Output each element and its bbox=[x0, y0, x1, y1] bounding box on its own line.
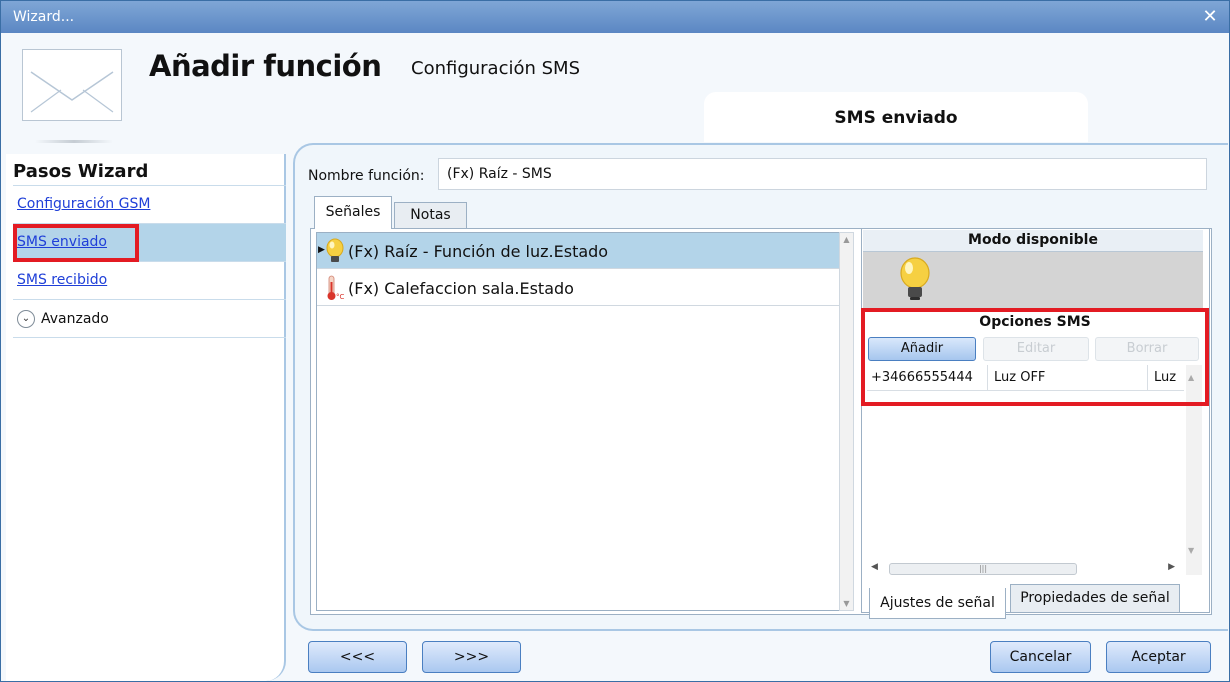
page-title: Añadir función bbox=[149, 49, 382, 83]
tab-signal-settings[interactable]: Ajustes de señal bbox=[869, 588, 1006, 619]
bulb-mode-icon[interactable] bbox=[898, 256, 932, 302]
section-tab-header: SMS enviado bbox=[704, 92, 1088, 142]
envelope-shadow bbox=[35, 140, 113, 143]
sms-option-row[interactable]: +34666555444 Luz OFF Luz bbox=[867, 365, 1184, 391]
sms-message: Luz OFF bbox=[987, 365, 1045, 391]
signal-row[interactable]: °C (Fx) Calefaccion sala.Estado bbox=[317, 270, 839, 306]
sms-options-hscrollbar[interactable]: ◀ ||| ▶ bbox=[867, 561, 1185, 577]
scroll-left-icon[interactable]: ◀ bbox=[871, 562, 878, 572]
cancel-button[interactable]: Cancelar bbox=[990, 641, 1091, 673]
signal-label: (Fx) Raíz - Función de luz.Estado bbox=[348, 242, 609, 261]
thermometer-icon: °C bbox=[327, 275, 345, 301]
scroll-up-icon[interactable]: ▲ bbox=[1188, 373, 1194, 382]
delete-button[interactable]: Borrar bbox=[1095, 337, 1199, 361]
section-tab-label: SMS enviado bbox=[834, 108, 958, 128]
scroll-up-icon[interactable]: ▲ bbox=[840, 235, 853, 244]
function-name-label: Nombre función: bbox=[308, 168, 425, 184]
scroll-right-icon[interactable]: ▶ bbox=[1168, 562, 1175, 572]
step-link-gsm[interactable]: Configuración GSM bbox=[17, 196, 150, 212]
step-link-sms-sent[interactable]: SMS enviado bbox=[17, 234, 107, 250]
steps-title: Pasos Wizard bbox=[13, 161, 149, 182]
chevron-down-icon[interactable]: ⌄ bbox=[17, 309, 35, 328]
envelope-icon bbox=[22, 49, 122, 121]
sms-options-title: Opciones SMS bbox=[979, 314, 1091, 330]
function-name-input[interactable] bbox=[438, 158, 1207, 190]
step-item-gsm[interactable]: Configuración GSM bbox=[13, 186, 286, 224]
tab-signals[interactable]: Señales bbox=[314, 196, 392, 229]
sms-options-scrollbar[interactable]: ▲ ▼ bbox=[1186, 365, 1202, 575]
step-link-sms-received[interactable]: SMS recibido bbox=[17, 272, 107, 288]
signal-row[interactable]: ▶ (Fx) Raíz - Función de luz.Estado bbox=[317, 233, 839, 269]
mode-header: Modo disponible bbox=[863, 230, 1203, 252]
tab-signal-properties[interactable]: Propiedades de señal bbox=[1010, 584, 1180, 613]
wizard-window: Wizard... ✕ Añadir función Configuración… bbox=[0, 0, 1230, 682]
scroll-thumb[interactable]: ||| bbox=[889, 563, 1077, 575]
edit-button[interactable]: Editar bbox=[983, 337, 1089, 361]
step-item-sms-sent[interactable]: SMS enviado bbox=[13, 224, 286, 262]
step-advanced[interactable]: ⌄ Avanzado bbox=[13, 300, 286, 338]
scroll-down-icon[interactable]: ▼ bbox=[1188, 546, 1194, 555]
row-pointer-icon: ▶ bbox=[318, 245, 325, 255]
signal-label: (Fx) Calefaccion sala.Estado bbox=[348, 279, 574, 298]
bulb-icon bbox=[326, 238, 344, 262]
svg-text:°C: °C bbox=[336, 293, 345, 301]
sms-phone: +34666555444 bbox=[871, 370, 973, 385]
next-button[interactable]: >>> bbox=[422, 641, 521, 673]
add-button[interactable]: Añadir bbox=[868, 337, 976, 361]
step-advanced-label: Avanzado bbox=[41, 310, 109, 327]
title-bar: Wizard... ✕ bbox=[1, 1, 1229, 33]
previous-button[interactable]: <<< bbox=[308, 641, 407, 673]
step-item-sms-received[interactable]: SMS recibido bbox=[13, 262, 286, 300]
scroll-down-icon[interactable]: ▼ bbox=[840, 599, 853, 608]
accept-button[interactable]: Aceptar bbox=[1106, 641, 1211, 673]
sms-extra: Luz bbox=[1147, 365, 1176, 391]
page-subtitle: Configuración SMS bbox=[411, 58, 581, 79]
signal-list: ▶ (Fx) Raíz - Función de luz.Estado °C (… bbox=[316, 232, 854, 611]
signal-list-scrollbar[interactable]: ▲ ▼ bbox=[839, 232, 854, 611]
close-icon[interactable]: ✕ bbox=[1199, 1, 1221, 33]
steps-list: Configuración GSM SMS enviado SMS recibi… bbox=[13, 185, 286, 338]
window-title: Wizard... bbox=[13, 9, 75, 25]
tab-notes[interactable]: Notas bbox=[394, 202, 467, 229]
